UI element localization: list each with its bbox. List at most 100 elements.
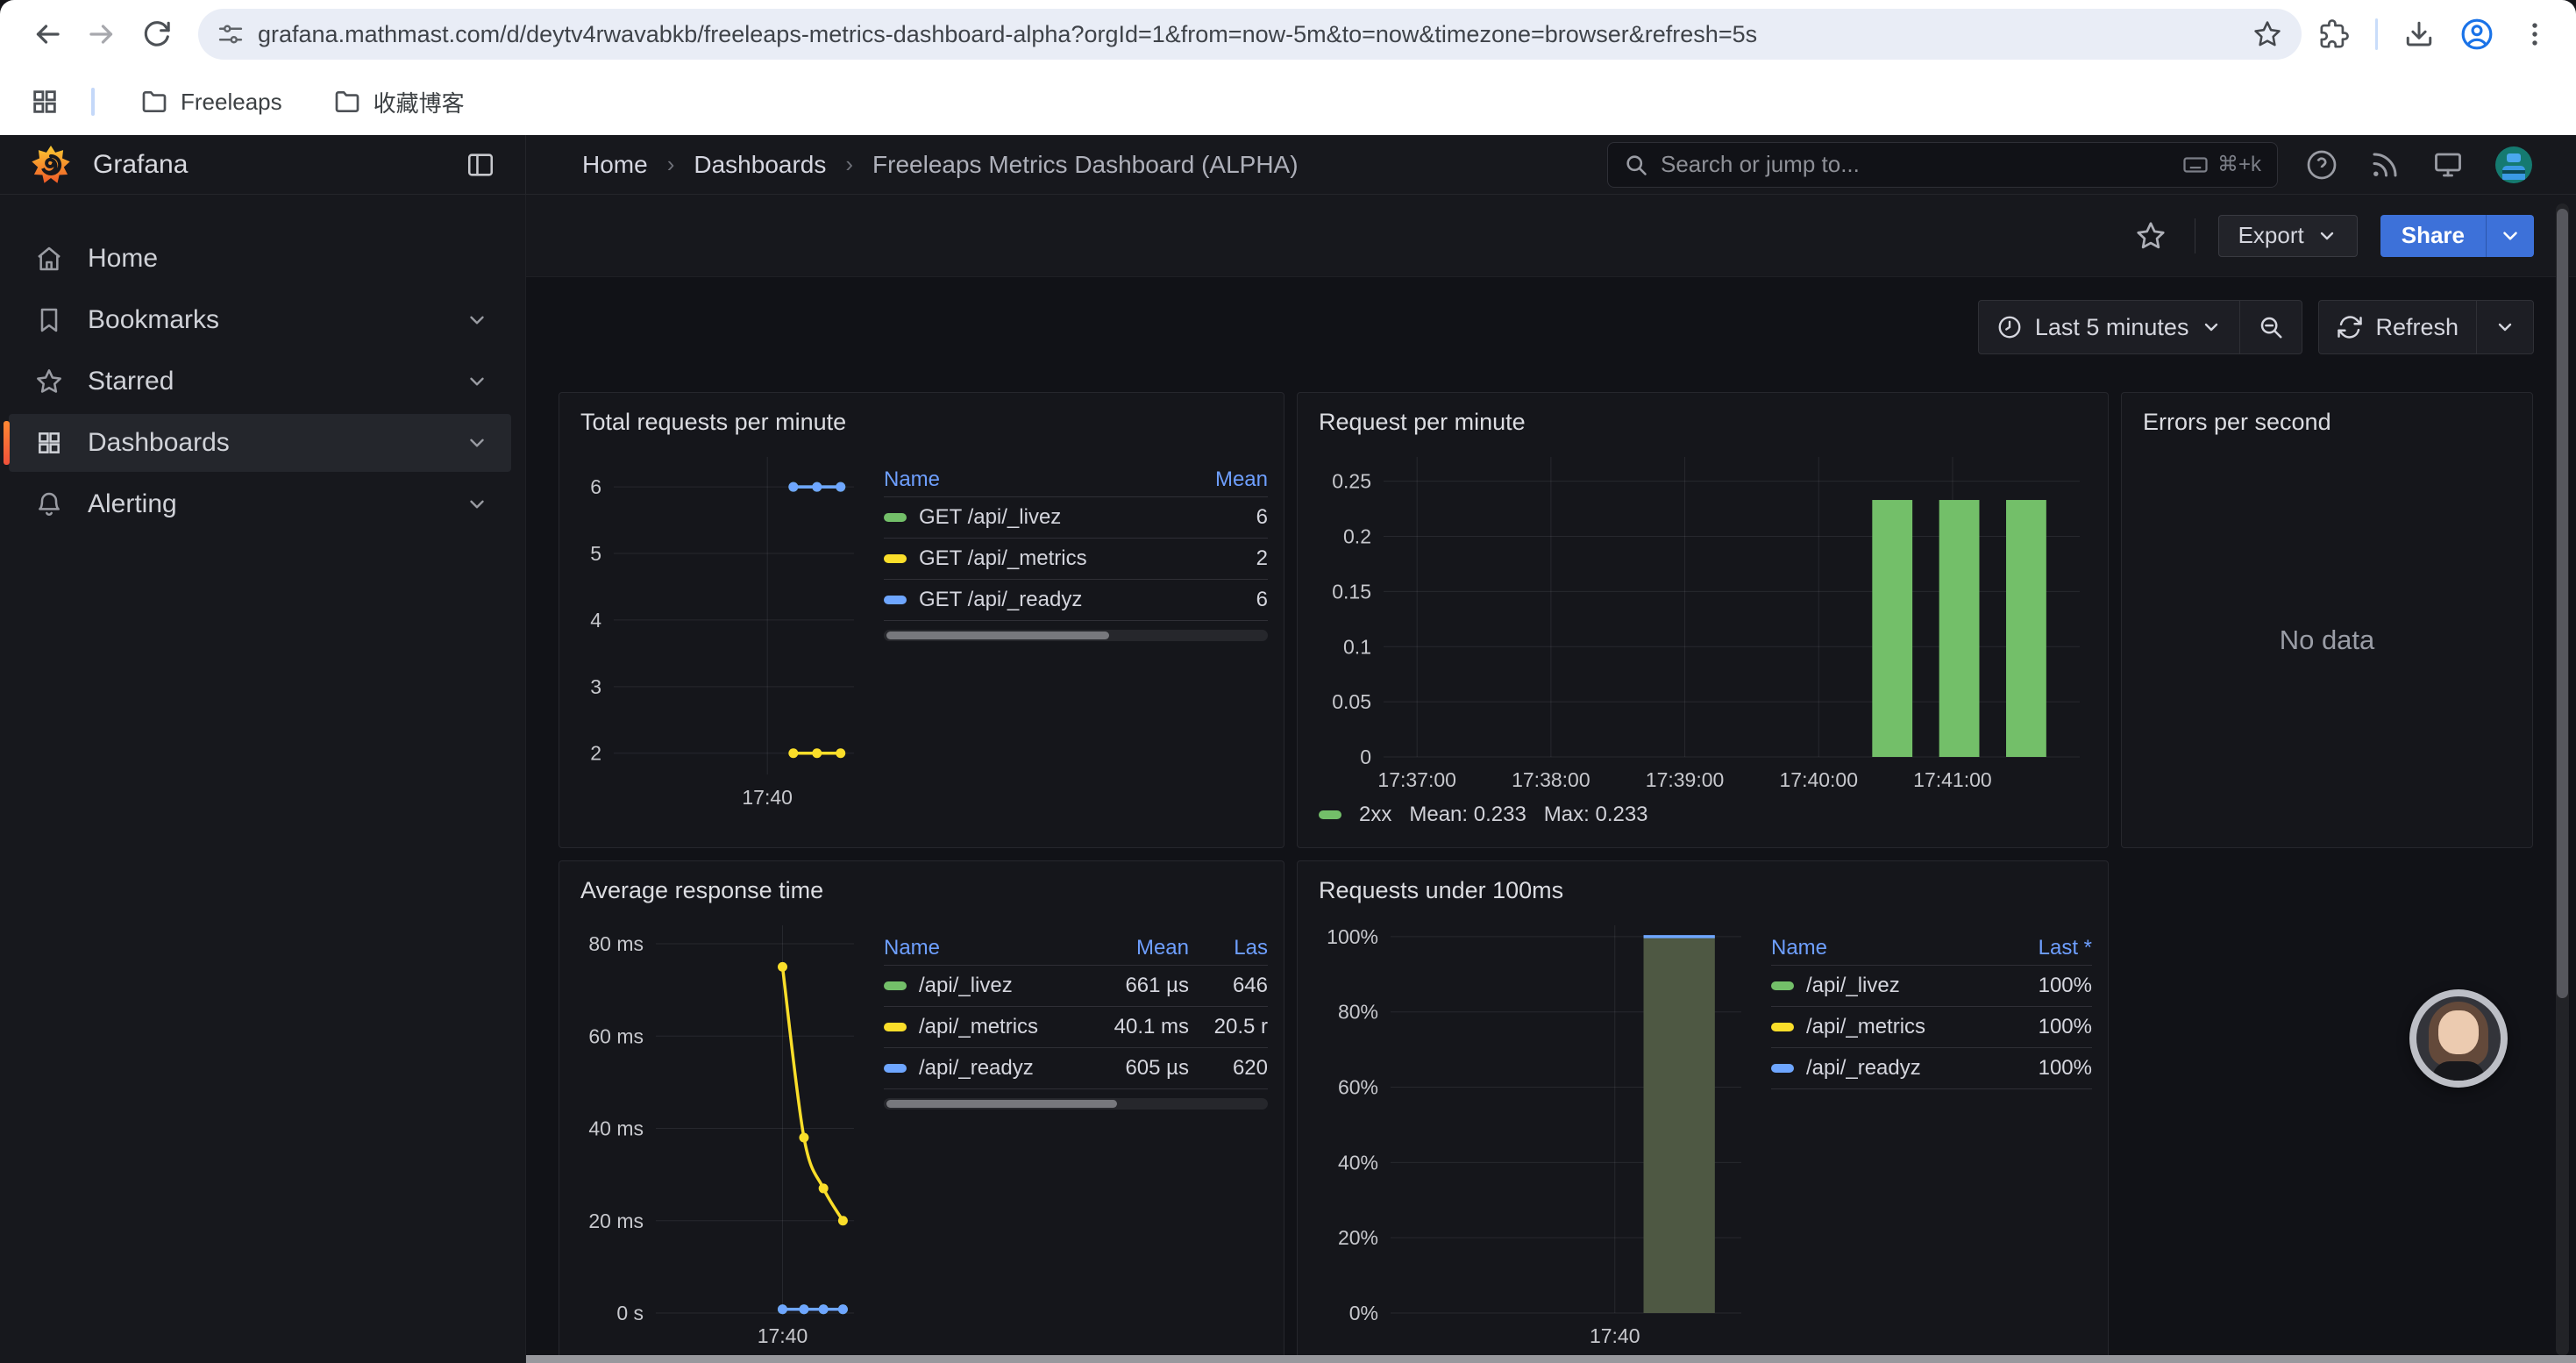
horizontal-scrollbar[interactable] [526,1355,2576,1363]
legend-row[interactable]: /api/_livez 661 µs 646 [884,966,1268,1007]
panel-title[interactable]: Requests under 100ms [1313,874,2092,913]
legend-row[interactable]: /api/_readyz 605 µs 620 [884,1048,1268,1089]
sidebar-item-home[interactable]: Home [9,230,511,288]
assistant-avatar[interactable] [2409,989,2508,1088]
sidebar-item-bookmarks[interactable]: Bookmarks [9,291,511,349]
panels-grid: Total requests per minute 17:4023456 Nam… [559,392,2534,1363]
extensions-icon[interactable] [2319,19,2349,49]
sidebar-item-label: Alerting [88,489,177,519]
apps-grid-icon[interactable] [30,87,60,117]
zoom-out-button[interactable] [2239,301,2302,353]
total-requests-chart[interactable]: 17:4023456 [575,445,865,813]
svg-text:60 ms: 60 ms [588,1024,644,1047]
breadcrumb-dashboards[interactable]: Dashboards [694,151,826,179]
sidebar-item-alerting[interactable]: Alerting [9,475,511,533]
refresh-button[interactable]: Refresh [2319,301,2476,353]
series-color-pill [884,981,907,990]
legend-scrollbar[interactable] [884,630,1268,641]
svg-text:3: 3 [590,675,601,698]
series-mean: 40.1 ms [1057,1015,1189,1039]
series-last: 100% [1987,974,2092,998]
chevron-down-icon[interactable] [466,432,488,454]
time-range-label: Last 5 minutes [2035,314,2189,341]
legend-col-mean[interactable]: Mean [1189,467,1268,492]
menu-dots-icon[interactable] [2520,19,2550,49]
legend-col-name[interactable]: Name [1771,936,1987,960]
average-response-time-chart[interactable]: 17:400 s20 ms40 ms60 ms80 ms [575,913,865,1352]
search-input[interactable]: Search or jump to... ⌘+k [1607,142,2278,188]
legend-row[interactable]: GET /api/_metrics 2 [884,539,1268,580]
breadcrumb-home[interactable]: Home [582,151,648,179]
bookmark-folder-blogs[interactable]: 收藏博客 [319,79,479,125]
chevron-down-icon[interactable] [466,370,488,393]
legend-col-mean[interactable]: Mean [1057,936,1189,960]
legend-row[interactable]: GET /api/_readyz 6 [884,580,1268,621]
dashboard-actions-bar: Export Share [526,195,2576,277]
sidebar-toggle-button[interactable] [466,150,495,180]
reload-icon [141,19,171,49]
profile-icon[interactable] [2460,18,2494,51]
svg-text:0.1: 0.1 [1343,635,1371,658]
chevron-down-icon[interactable] [466,309,488,332]
breadcrumb-separator: › [664,151,679,178]
grafana-main: Home Bookmarks Starred Dashboards [0,195,2576,1363]
svg-text:5: 5 [590,542,601,565]
chevron-down-icon [2316,225,2338,246]
help-icon[interactable] [2306,149,2338,181]
legend-row[interactable]: /api/_readyz 100% [1771,1048,2092,1089]
legend-col-last[interactable]: Last * [1987,936,2092,960]
vertical-scrollbar[interactable] [2556,203,2569,1356]
bookmark-star-icon[interactable] [2252,19,2282,49]
time-range-picker[interactable]: Last 5 minutes [1979,301,2240,353]
sidebar-item-dashboards[interactable]: Dashboards [9,414,511,472]
grafana-app: Grafana Home › Dashboards › Freeleaps Me… [0,135,2576,1363]
legend-scrollbar[interactable] [884,1098,1268,1110]
legend-row[interactable]: /api/_metrics 40.1 ms 20.5 r [884,1007,1268,1048]
panel-title[interactable]: Average response time [575,874,1268,913]
legend-col-name[interactable]: Name [884,467,1189,492]
requests-under-100ms-chart[interactable]: 17:400%20%40%60%80%100% [1313,913,1752,1352]
series-last: 20.5 r [1189,1015,1268,1039]
favorite-star-button[interactable] [2130,215,2172,257]
share-menu-button[interactable] [2486,215,2534,257]
legend-col-last[interactable]: Las [1189,936,1268,960]
monitor-icon[interactable] [2432,149,2464,181]
legend-row[interactable]: /api/_livez 100% [1771,966,2092,1007]
topbar-main: Home › Dashboards › Freeleaps Metrics Da… [526,135,2576,194]
scrollbar-thumb[interactable] [886,1100,1117,1108]
bookmark-folder-freeleaps[interactable]: Freeleaps [126,81,296,123]
legend-row[interactable]: GET /api/_livez 6 [884,497,1268,539]
legend-col-name[interactable]: Name [884,936,1057,960]
series-last: 620 [1189,1056,1268,1081]
legend-row[interactable]: /api/_metrics 100% [1771,1007,2092,1048]
forward-button[interactable] [77,10,126,59]
address-bar[interactable]: grafana.mathmast.com/d/deytv4rwavabkb/fr… [198,9,2302,60]
back-button[interactable] [23,10,72,59]
reload-button[interactable] [132,10,181,59]
sidebar-item-label: Starred [88,367,174,396]
series-name[interactable]: 2xx [1359,803,1391,827]
request-per-minute-chart[interactable]: 17:37:0017:38:0017:39:0017:40:0017:41:00… [1313,445,2090,796]
scrollbar-thumb[interactable] [2557,209,2568,998]
share-label: Share [2402,222,2465,249]
chevron-down-icon [2494,317,2516,338]
refresh-icon [2337,314,2363,340]
scrollbar-thumb[interactable] [886,632,1109,639]
download-icon[interactable] [2404,19,2434,49]
series-mean-stat: Mean: 0.233 [1409,803,1526,827]
breadcrumb-separator: › [842,151,857,178]
panel-title[interactable]: Total requests per minute [575,405,1268,445]
refresh-interval-button[interactable] [2476,301,2533,353]
export-button[interactable]: Export [2218,215,2358,257]
svg-text:17:39:00: 17:39:00 [1646,768,1725,791]
news-rss-icon[interactable] [2369,149,2401,181]
panel-title[interactable]: Request per minute [1313,405,2092,445]
share-button[interactable]: Share [2380,215,2486,257]
series-max-stat: Max: 0.233 [1544,803,1648,827]
svg-text:2: 2 [590,742,601,765]
user-avatar[interactable] [2495,146,2532,183]
panel-title[interactable]: Errors per second [2138,405,2516,445]
sidebar-item-starred[interactable]: Starred [9,353,511,410]
chevron-down-icon[interactable] [466,493,488,516]
tune-icon [217,21,244,47]
